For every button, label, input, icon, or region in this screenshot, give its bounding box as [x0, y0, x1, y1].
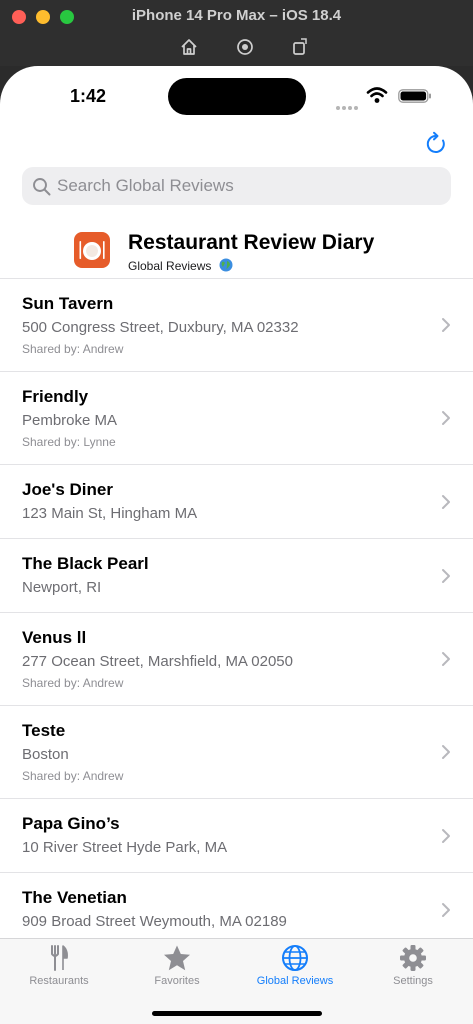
restaurant-name: Teste [22, 721, 66, 740]
tab-label: Settings [393, 975, 433, 987]
restaurant-address: 277 Ocean Street, Marshfield, MA 02050 [22, 653, 293, 670]
restaurant-address: Boston [22, 746, 69, 763]
restaurant-row[interactable]: Joe's Diner 123 Main St, Hingham MA [0, 464, 473, 538]
page-title: Restaurant Review Diary [128, 231, 375, 254]
shared-by-label: Shared by: Andrew [22, 676, 124, 690]
restaurant-name: Joe's Diner [22, 480, 113, 499]
simulator-title: iPhone 14 Pro Max – iOS 18.4 [131, 7, 342, 24]
restaurant-row[interactable]: The Venetian 909 Broad Street Weymouth, M… [0, 872, 473, 946]
fork-knife-icon [51, 945, 68, 971]
restaurant-list: Sun Tavern 500 Congress Street, Duxbury, … [0, 278, 473, 946]
tab-label: Favorites [154, 975, 200, 987]
search-placeholder: Search Global Reviews [57, 176, 234, 195]
status-time: 1:42 [70, 86, 107, 106]
tab-bar: Restaurants Favorites Global Reviews Set… [0, 938, 473, 1024]
cellular-signal-icon [336, 97, 360, 115]
rotate-icon[interactable] [289, 36, 311, 58]
search-icon [33, 178, 51, 196]
dynamic-island [168, 78, 306, 115]
shared-by-label: Shared by: Andrew [22, 342, 124, 356]
globe-icon [219, 258, 233, 272]
refresh-icon[interactable] [423, 131, 449, 157]
restaurant-row[interactable]: Friendly Pembroke MA Shared by: Lynne [0, 371, 473, 464]
search-field[interactable]: Search Global Reviews [22, 167, 451, 205]
chevron-right-icon [442, 569, 450, 583]
restaurant-name: Venus ll [22, 628, 87, 647]
shared-by-label: Shared by: Lynne [22, 435, 116, 449]
home-indicator [152, 1011, 322, 1016]
chevron-right-icon [442, 903, 450, 917]
restaurant-row[interactable]: Venus ll 277 Ocean Street, Marshfield, MA… [0, 612, 473, 705]
simulator-title-bar: iPhone 14 Pro Max – iOS 18.4 [0, 0, 473, 66]
restaurant-row[interactable]: Teste Boston Shared by: Andrew [0, 705, 473, 798]
globe-icon [282, 945, 308, 971]
tab-settings[interactable]: Settings [354, 939, 472, 995]
chevron-right-icon [442, 318, 450, 332]
page-subtitle-text: Global Reviews [128, 259, 212, 273]
screenshot-icon[interactable] [234, 36, 256, 58]
restaurant-name: Friendly [22, 387, 89, 406]
app-plate-icon [74, 232, 110, 268]
chevron-right-icon [442, 652, 450, 666]
tab-label: Global Reviews [256, 975, 334, 987]
star-icon [164, 945, 190, 971]
tab-favorites[interactable]: Favorites [118, 939, 236, 995]
home-icon[interactable] [178, 36, 200, 58]
chevron-right-icon [442, 495, 450, 509]
shared-by-label: Shared by: Andrew [22, 769, 124, 783]
restaurant-address: 123 Main St, Hingham MA [22, 505, 198, 522]
restaurant-address: Pembroke MA [22, 412, 118, 429]
tab-global-reviews[interactable]: Global Reviews [236, 939, 354, 995]
page-subtitle: Global Reviews [128, 258, 233, 273]
restaurant-address: 909 Broad Street Weymouth, MA 02189 [22, 913, 287, 930]
restaurant-address: 500 Congress Street, Duxbury, MA 02332 [22, 319, 299, 336]
gear-icon [400, 945, 426, 971]
restaurant-name: The Venetian [22, 888, 127, 907]
restaurant-name: The Black Pearl [22, 554, 149, 573]
restaurant-name: Papa Gino’s [22, 814, 120, 833]
restaurant-address: Newport, RI [22, 579, 102, 596]
restaurant-row[interactable]: The Black Pearl Newport, RI [0, 538, 473, 612]
tab-restaurants[interactable]: Restaurants [0, 939, 118, 995]
restaurant-address: 10 River Street Hyde Park, MA [22, 839, 228, 856]
tab-label: Restaurants [29, 975, 89, 987]
restaurant-row[interactable]: Sun Tavern 500 Congress Street, Duxbury, … [0, 278, 473, 371]
restaurant-name: Sun Tavern [22, 294, 114, 313]
battery-icon [398, 89, 431, 103]
wifi-icon [366, 87, 388, 103]
restaurant-row[interactable]: Papa Gino’s 10 River Street Hyde Park, MA [0, 798, 473, 872]
chevron-right-icon [442, 829, 450, 843]
list-header: Restaurant Review Diary Global Reviews [0, 221, 473, 277]
navigation-bar [0, 126, 473, 166]
status-bar: 1:42 [0, 66, 473, 126]
phone-screen: 1:42 Search Global Reviews Restaurant Re… [0, 66, 473, 1024]
chevron-right-icon [442, 411, 450, 425]
chevron-right-icon [442, 745, 450, 759]
